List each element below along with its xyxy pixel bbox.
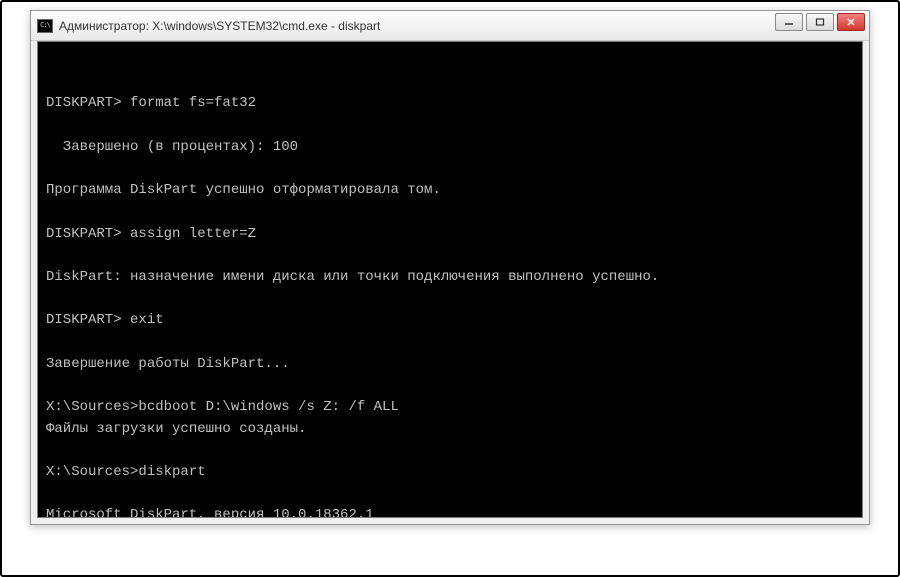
close-button[interactable] xyxy=(837,13,865,31)
terminal-line xyxy=(46,158,854,180)
terminal-line xyxy=(46,289,854,311)
terminal-line xyxy=(46,245,854,267)
terminal-output: DISKPART> format fs=fat32 Завершено (в п… xyxy=(46,93,854,518)
cmd-icon-glyph: C:\ xyxy=(40,22,50,29)
terminal-line xyxy=(46,202,854,224)
maximize-button[interactable] xyxy=(806,13,834,31)
terminal-line: Файлы загрузки успешно созданы. xyxy=(46,419,854,441)
terminal-line xyxy=(46,375,854,397)
window-title: Администратор: X:\windows\SYSTEM32\cmd.e… xyxy=(59,19,380,33)
terminal-line xyxy=(46,440,854,462)
terminal-line: Завершено (в процентах): 100 xyxy=(46,137,854,159)
terminal-line: X:\Sources>bcdboot D:\windows /s Z: /f A… xyxy=(46,397,854,419)
terminal-line: Microsoft DiskPart, версия 10.0.18362.1 xyxy=(46,505,854,518)
window-controls xyxy=(775,13,865,31)
terminal-line: DiskPart: назначение имени диска или точ… xyxy=(46,267,854,289)
cmd-window: C:\ Администратор: X:\windows\SYSTEM32\c… xyxy=(30,10,870,525)
terminal-line xyxy=(46,332,854,354)
terminal-line: Завершение работы DiskPart... xyxy=(46,354,854,376)
terminal-line xyxy=(46,115,854,137)
terminal-line: Программа DiskPart успешно отформатирова… xyxy=(46,180,854,202)
terminal-line: DISKPART> assign letter=Z xyxy=(46,224,854,246)
terminal-line: X:\Sources>diskpart xyxy=(46,462,854,484)
titlebar[interactable]: C:\ Администратор: X:\windows\SYSTEM32\c… xyxy=(31,11,869,41)
terminal-line: DISKPART> format fs=fat32 xyxy=(46,93,854,115)
minimize-button[interactable] xyxy=(775,13,803,31)
cmd-icon: C:\ xyxy=(37,19,53,33)
terminal-line xyxy=(46,484,854,506)
terminal-area[interactable]: DISKPART> format fs=fat32 Завершено (в п… xyxy=(37,41,863,518)
terminal-line: DISKPART> exit xyxy=(46,310,854,332)
